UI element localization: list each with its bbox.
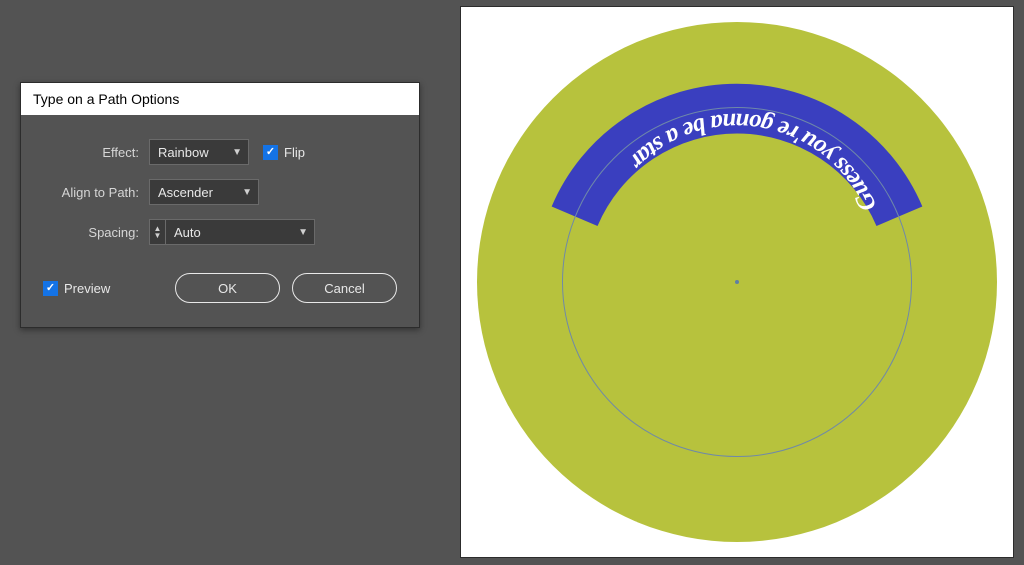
flip-checkbox[interactable] [263,145,278,160]
align-select[interactable]: Ascender ▼ [149,179,259,205]
spacing-row: Spacing: ▲ ▼ Auto ▼ [43,219,397,245]
chevron-down-icon: ▼ [232,147,242,158]
ok-button-label: OK [218,281,237,296]
chevron-down-icon: ▼ [298,227,308,238]
chevron-down-icon: ▼ [242,187,252,198]
effect-select[interactable]: Rainbow ▼ [149,139,249,165]
spacing-value: Auto [174,225,201,240]
align-row: Align to Path: Ascender ▼ [43,179,397,205]
preview-checkbox-wrap[interactable]: Preview [43,281,163,296]
dialog-button-row: Preview OK Cancel [43,273,397,303]
preview-label: Preview [64,281,110,296]
align-value: Ascender [158,185,213,200]
flip-checkbox-wrap[interactable]: Flip [263,145,305,160]
canvas-preview: Guess you're gonna be a star [460,6,1014,558]
effect-label: Effect: [43,145,149,160]
type-on-path-dialog: Type on a Path Options Effect: Rainbow ▼… [20,82,420,328]
dialog-title: Type on a Path Options [21,83,419,115]
effect-row: Effect: Rainbow ▼ Flip [43,139,397,165]
flip-label: Flip [284,145,305,160]
ok-button[interactable]: OK [175,273,280,303]
center-point-icon [735,280,739,284]
spacing-label: Spacing: [43,225,149,240]
preview-checkbox[interactable] [43,281,58,296]
effect-value: Rainbow [158,145,209,160]
spacing-select[interactable]: Auto ▼ [165,219,315,245]
cancel-button-label: Cancel [324,281,364,296]
cancel-button[interactable]: Cancel [292,273,397,303]
align-label: Align to Path: [43,185,149,200]
chevron-down-icon: ▼ [150,232,165,239]
dialog-body: Effect: Rainbow ▼ Flip Align to Path: As… [21,115,419,327]
spacing-stepper[interactable]: ▲ ▼ [149,219,165,245]
